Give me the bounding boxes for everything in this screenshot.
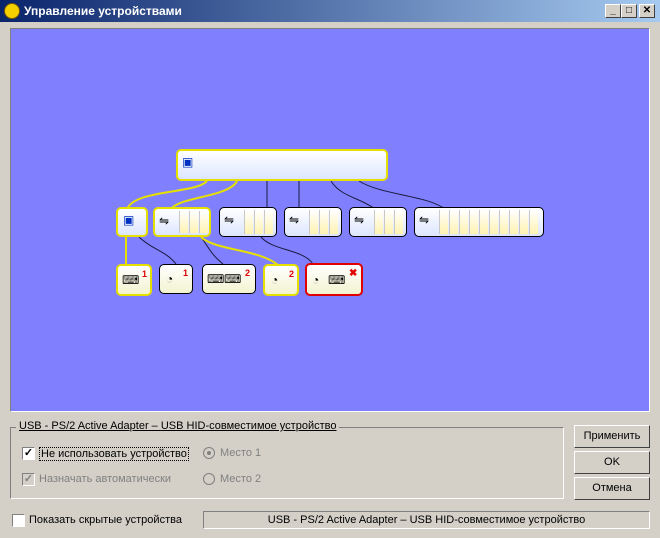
mouse-icon: ◔ [312, 273, 320, 287]
device-count-badge: 2 [289, 269, 295, 279]
computer-icon: ▣ [182, 155, 194, 169]
port-slot [189, 211, 198, 233]
port-slot [264, 210, 273, 234]
status-bar: USB - PS/2 Active Adapter – USB HID-совм… [203, 511, 650, 529]
usb-icon: ⇋ [354, 213, 365, 227]
show-hidden-checkbox[interactable] [12, 514, 25, 527]
disable-device-checkbox[interactable]: ✓ [22, 447, 35, 460]
port-slot [489, 210, 498, 234]
computer-icon: ▣ [123, 213, 135, 227]
port-slot [384, 210, 393, 234]
device-node-mouse-1[interactable]: ◔ 1 [159, 264, 193, 294]
device-count-badge: 2 [245, 268, 251, 278]
apply-button[interactable]: Применить [574, 425, 650, 448]
root-computer-node[interactable]: ▣ [176, 149, 388, 181]
port-slot [329, 210, 338, 234]
maximize-button[interactable]: □ [621, 4, 637, 18]
port-slot [309, 210, 318, 234]
disable-device-label[interactable]: Не использовать устройство [39, 447, 189, 461]
usb-icon: ⇋ [289, 213, 300, 227]
error-icon: ✖ [349, 268, 358, 279]
port-slot [479, 210, 488, 234]
place-2-label[interactable]: Место 2 [220, 473, 261, 485]
device-settings-group [10, 427, 564, 499]
port-slot [469, 210, 478, 234]
mouse-icon: ◔ [271, 273, 279, 287]
port-slot [394, 210, 403, 234]
usb-icon: ⇋ [419, 213, 430, 227]
keyboard-icon: ⌨ [328, 273, 346, 287]
device-count-badge: 1 [142, 269, 148, 279]
port-slot [449, 210, 458, 234]
place-1-label[interactable]: Место 1 [220, 447, 261, 459]
device-settings-legend: USB - PS/2 Active Adapter – USB HID-совм… [16, 420, 340, 432]
port-slot [439, 210, 448, 234]
port-slot [319, 210, 328, 234]
minimize-button[interactable]: _ [605, 4, 621, 18]
port-slot [199, 211, 208, 233]
usb-hub-node-2[interactable]: ⇋ [219, 207, 277, 237]
port-slot [459, 210, 468, 234]
usb-hub-node-1[interactable]: ⇋ [153, 207, 211, 237]
device-node-keyboard-combo[interactable]: ⌨ ⌨ 2 [202, 264, 256, 294]
device-tree-canvas[interactable]: ▣ ▣ ⇋ ⇋ ⇋ ⇋ ⇋ ⌨ 1 ◔ 1 ⌨ ⌨ 2 ◔ 2 ◔ ⌨ ✖ [10, 28, 650, 412]
show-hidden-label[interactable]: Показать скрытые устройства [29, 514, 182, 526]
assign-auto-checkbox[interactable]: ✓ [22, 473, 35, 486]
device-node-adapter-disabled[interactable]: ◔ ⌨ ✖ [305, 263, 363, 296]
usb-hub-node-4[interactable]: ⇋ [349, 207, 407, 237]
computer-hub-node[interactable]: ▣ [116, 207, 148, 237]
keyboard-icon: ⌨ [224, 272, 242, 286]
port-slot [529, 210, 538, 234]
port-slot [179, 211, 188, 233]
port-slot [499, 210, 508, 234]
usb-hub-node-5[interactable]: ⇋ [414, 207, 544, 237]
device-node-mouse-2[interactable]: ◔ 2 [263, 264, 299, 296]
port-slot [254, 210, 263, 234]
mouse-icon: ◔ [166, 272, 174, 286]
port-slot [519, 210, 528, 234]
keyboard-icon: ⌨ [122, 273, 140, 287]
ok-button[interactable]: OK [574, 451, 650, 474]
usb-icon: ⇋ [159, 214, 170, 228]
title-bar[interactable]: Управление устройствами _ □ ✕ [0, 0, 660, 22]
place-2-radio[interactable] [203, 473, 215, 485]
cancel-button[interactable]: Отмена [574, 477, 650, 500]
usb-icon: ⇋ [224, 213, 235, 227]
assign-auto-label[interactable]: Назначать автоматически [39, 473, 171, 485]
window-title: Управление устройствами [24, 4, 182, 18]
device-node-keyboard-hub[interactable]: ⌨ 1 [116, 264, 152, 296]
app-icon [4, 3, 20, 19]
usb-hub-node-3[interactable]: ⇋ [284, 207, 342, 237]
close-button[interactable]: ✕ [639, 4, 655, 18]
place-1-radio[interactable] [203, 447, 215, 459]
device-count-badge: 1 [183, 268, 189, 278]
port-slot [374, 210, 383, 234]
port-slot [244, 210, 253, 234]
keyboard-icon: ⌨ [207, 272, 225, 286]
port-slot [509, 210, 518, 234]
